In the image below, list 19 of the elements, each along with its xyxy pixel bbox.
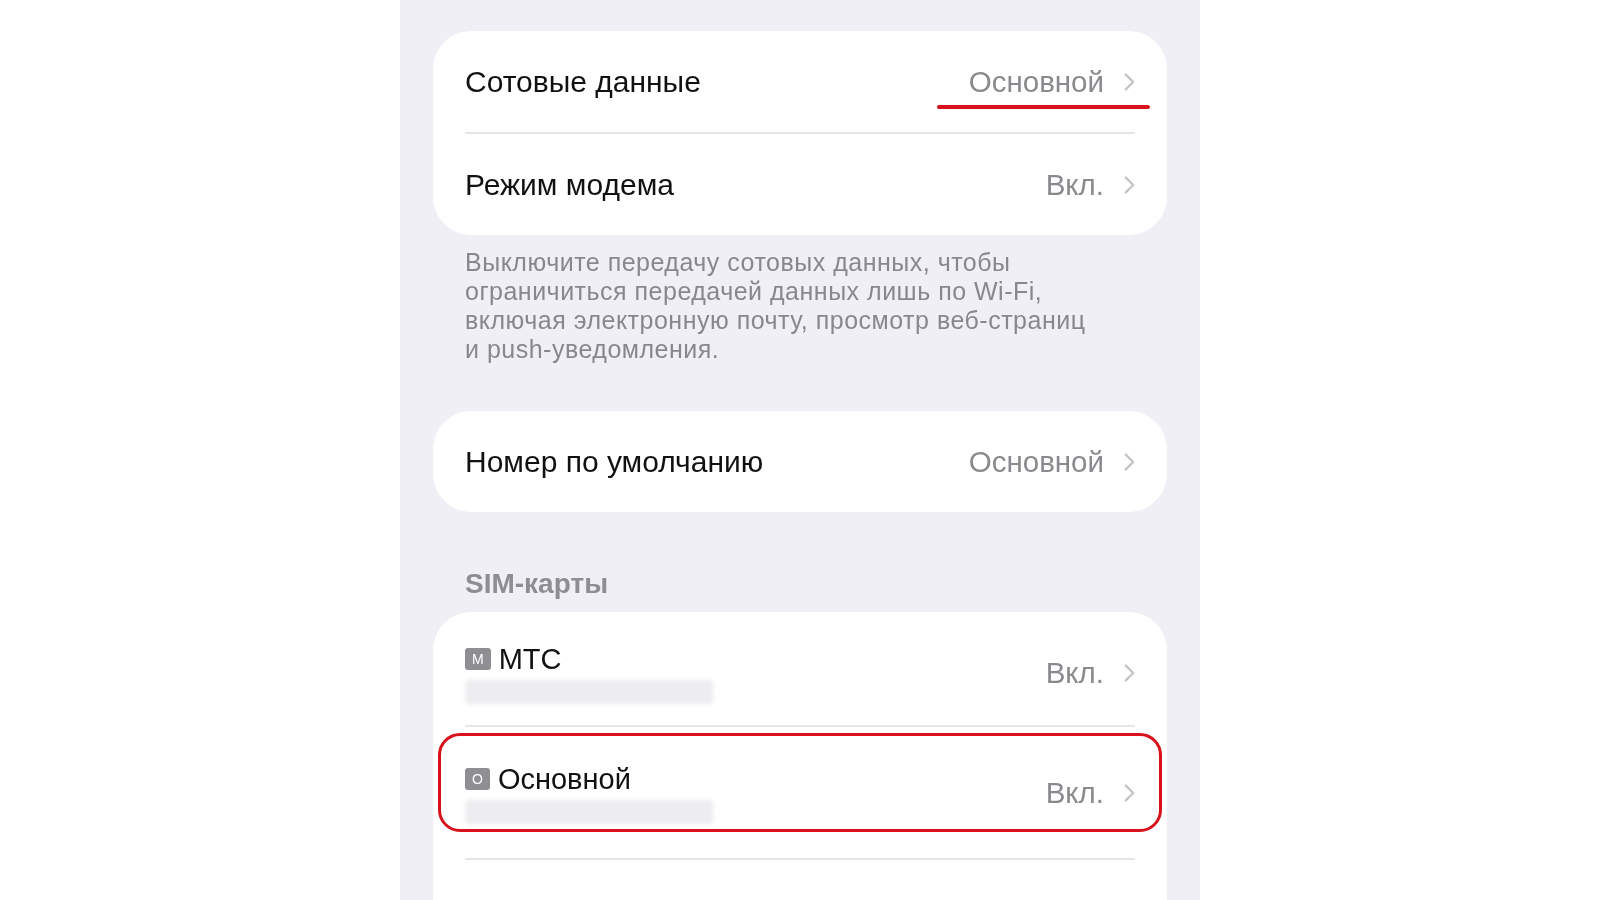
sim-status: Вкл. [1045, 656, 1104, 690]
setting-label[interactable]: Режим модема [465, 167, 674, 202]
chevron-right-icon [1124, 452, 1135, 471]
chevron-right-icon [1124, 175, 1135, 194]
setting-value: Вкл. [1045, 167, 1104, 202]
sim-badge: О [465, 768, 490, 790]
sim-name[interactable]: Основной [497, 762, 631, 796]
chevron-right-icon [1124, 72, 1135, 91]
setting-value: Основной [968, 64, 1104, 99]
footer-note: Выключите передачу сотовых данных, чтобы ограничиться передачей данных лишь по Wi-Fi, включая электронную почту, просмотр веб-страниц и push-уведомления. [464, 248, 1087, 364]
setting-value: Основной [968, 444, 1104, 479]
sim-name[interactable]: МТС [498, 642, 562, 676]
sim-badge: М [465, 648, 491, 670]
setting-label[interactable]: Сотовые данные [465, 64, 701, 99]
section-header: SIM-карты [464, 569, 610, 599]
setting-label[interactable]: Номер по умолчанию [465, 444, 764, 479]
chevron-right-icon [1124, 664, 1135, 682]
chevron-right-icon [1124, 784, 1135, 802]
sim-status: Вкл. [1045, 776, 1104, 810]
